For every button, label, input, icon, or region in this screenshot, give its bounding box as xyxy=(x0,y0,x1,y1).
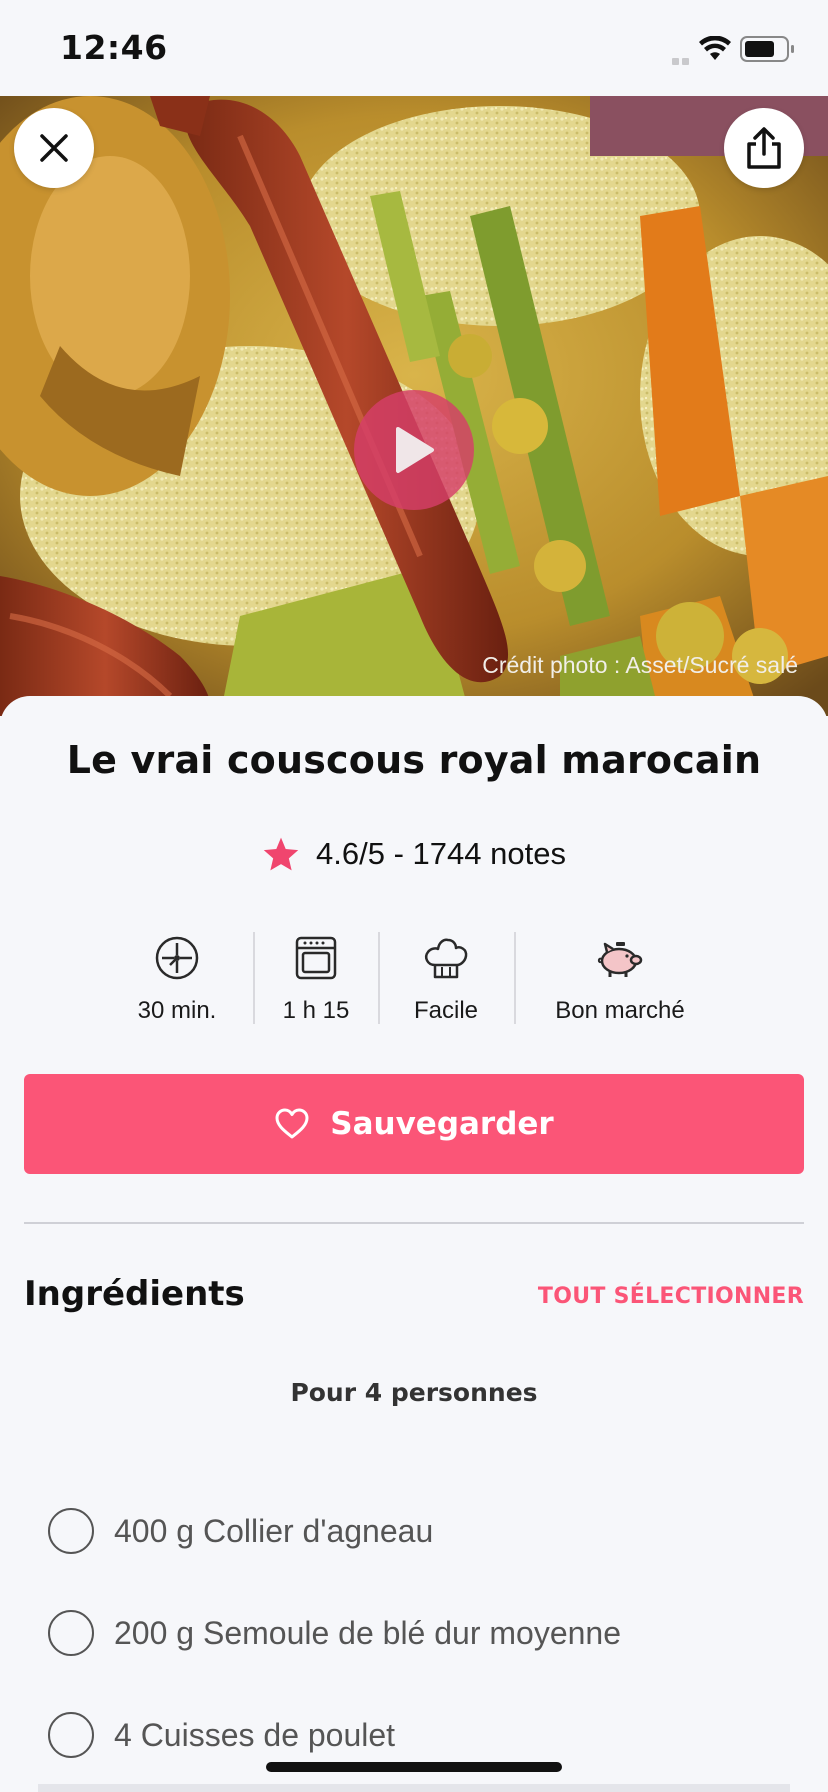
ingredient-item[interactable]: 200 g Semoule de blé dur moyenne xyxy=(48,1608,621,1658)
save-button[interactable]: Sauvegarder xyxy=(24,1074,804,1174)
rating[interactable]: 4.6/5 - 1744 notes xyxy=(0,836,828,872)
prep-time: 30 min. xyxy=(112,931,242,1031)
info-divider xyxy=(378,932,380,1024)
ingredient-item[interactable]: 4 Cuisses de poulet xyxy=(48,1710,395,1760)
oven-icon xyxy=(266,931,366,981)
status-bar: 12:46 xyxy=(0,0,828,96)
select-all-link[interactable]: TOUT SÉLECTIONNER xyxy=(538,1284,804,1309)
wifi-icon xyxy=(698,35,732,66)
ingredient-text: 400 g Collier d'agneau xyxy=(114,1512,434,1549)
ingredient-checkbox[interactable] xyxy=(48,1610,94,1656)
cellular-signal-icon xyxy=(672,50,692,69)
timer-icon xyxy=(112,931,242,981)
rating-text: 4.6/5 - 1744 notes xyxy=(316,836,566,871)
info-divider xyxy=(514,932,516,1024)
section-divider xyxy=(24,1222,804,1224)
close-button[interactable] xyxy=(14,108,94,188)
heart-icon xyxy=(275,1108,309,1139)
share-icon xyxy=(747,127,781,169)
battery-icon xyxy=(740,36,796,66)
servings-label: Pour 4 personnes xyxy=(290,1378,538,1407)
share-button[interactable] xyxy=(724,108,804,188)
save-button-label: Sauvegarder xyxy=(330,1106,554,1142)
ingredients-title: Ingrédients xyxy=(24,1274,245,1314)
difficulty: Facile xyxy=(396,931,496,1031)
ingredient-checkbox[interactable] xyxy=(48,1712,94,1758)
home-indicator[interactable] xyxy=(266,1762,562,1772)
difficulty-label: Facile xyxy=(413,997,479,1024)
photo-credit: Crédit photo : Asset/Sucré salé xyxy=(482,652,798,678)
recipe-hero-image: Crédit photo : Asset/Sucré salé xyxy=(0,96,828,716)
ingredient-checkbox[interactable] xyxy=(48,1508,94,1554)
ingredient-text: 4 Cuisses de poulet xyxy=(114,1716,396,1753)
recipe-card: Le vrai couscous royal marocain 4.6/5 - … xyxy=(0,696,828,1792)
star-icon xyxy=(263,837,299,871)
cost-label: Bon marché xyxy=(555,997,685,1024)
info-divider xyxy=(253,932,255,1024)
status-time: 12:46 xyxy=(60,28,168,67)
cost: Bon marché xyxy=(534,931,706,1031)
play-video-button[interactable] xyxy=(354,390,474,510)
piggy-bank-icon xyxy=(534,931,706,981)
cook-time: 1 h 15 xyxy=(266,931,366,1031)
prep-time-label: 30 min. xyxy=(137,997,217,1024)
bottom-bar-shadow xyxy=(38,1784,790,1792)
close-icon xyxy=(40,134,68,162)
recipe-title: Le vrai couscous royal marocain xyxy=(66,738,762,782)
ingredient-item[interactable]: 400 g Collier d'agneau xyxy=(48,1506,433,1556)
cook-time-label: 1 h 15 xyxy=(282,997,350,1024)
chef-hat-icon xyxy=(396,931,496,981)
ingredient-text: 200 g Semoule de blé dur moyenne xyxy=(114,1614,622,1651)
play-icon xyxy=(396,427,434,473)
